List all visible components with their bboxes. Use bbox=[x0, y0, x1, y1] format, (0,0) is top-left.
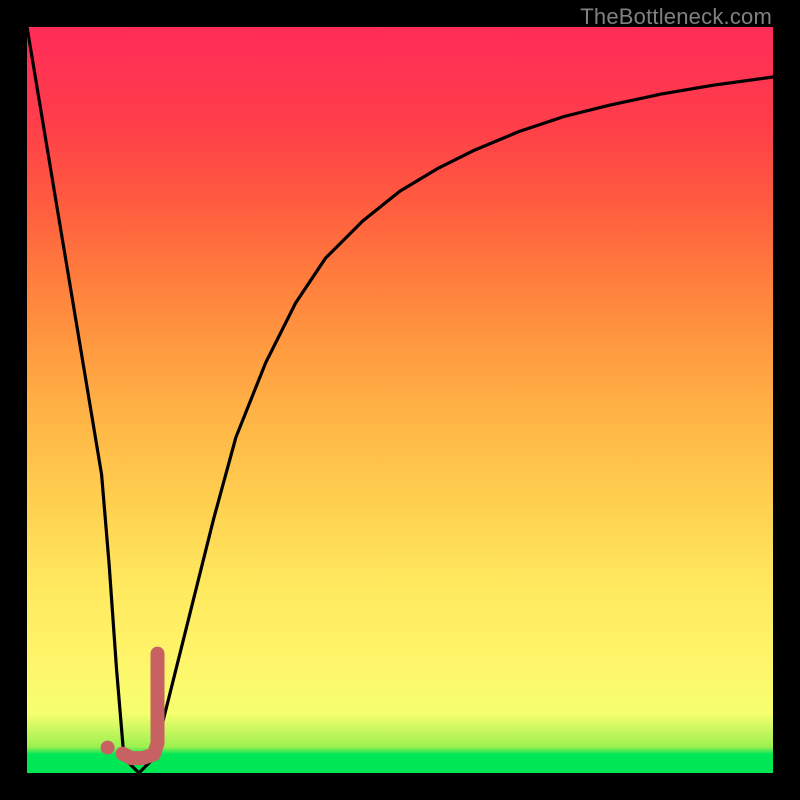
chart-frame: TheBottleneck.com bbox=[0, 0, 800, 800]
watermark-text: TheBottleneck.com bbox=[580, 4, 772, 30]
plot-area bbox=[27, 27, 773, 773]
marker-j-stroke bbox=[123, 654, 158, 759]
bottleneck-curve bbox=[27, 27, 773, 773]
marker-dot bbox=[101, 741, 115, 755]
curve-layer bbox=[27, 27, 773, 773]
